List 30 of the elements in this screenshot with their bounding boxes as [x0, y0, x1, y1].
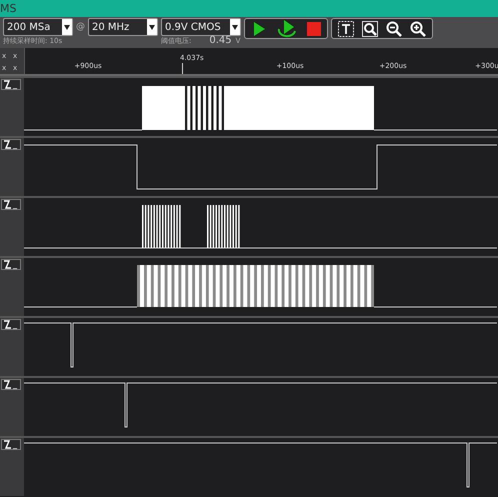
at-sign: @ — [76, 22, 85, 32]
repeat-play-icon[interactable] — [275, 18, 299, 38]
edge-icon — [4, 80, 11, 89]
play-icon[interactable] — [251, 20, 267, 36]
caret-icon — [232, 24, 238, 30]
edge-icon — [4, 320, 11, 329]
trigger-button[interactable]: _ — [1, 259, 21, 270]
trigger-button[interactable]: _ — [1, 379, 21, 390]
logic-level-dropdown[interactable]: 0.9V CMOS — [161, 18, 241, 36]
sample-rate-dropdown[interactable]: 200 MSa — [3, 18, 73, 36]
trigger-button[interactable]: _ — [1, 79, 21, 90]
window-title: MS — [0, 2, 16, 15]
edge-icon — [4, 380, 11, 389]
text-tool-icon[interactable] — [338, 20, 354, 36]
zoom-fit-icon[interactable] — [362, 20, 378, 36]
stop-icon[interactable] — [307, 22, 321, 36]
caret-icon — [149, 24, 155, 30]
zoom-in-icon[interactable] — [410, 20, 426, 36]
edge-icon — [4, 260, 11, 269]
threshold-value: 0.45 — [209, 36, 232, 46]
trigger-button[interactable]: _ — [1, 439, 21, 450]
edge-icon — [4, 140, 11, 149]
caret-icon — [64, 24, 70, 30]
zoom-out-icon[interactable] — [386, 20, 402, 36]
trigger-button[interactable]: _ — [1, 139, 21, 150]
frequency-dropdown[interactable]: 20 MHz — [88, 18, 158, 36]
trigger-button[interactable]: _ — [1, 199, 21, 210]
edge-icon — [4, 440, 11, 449]
trigger-button[interactable]: _ — [1, 319, 21, 330]
edge-icon — [4, 200, 11, 209]
